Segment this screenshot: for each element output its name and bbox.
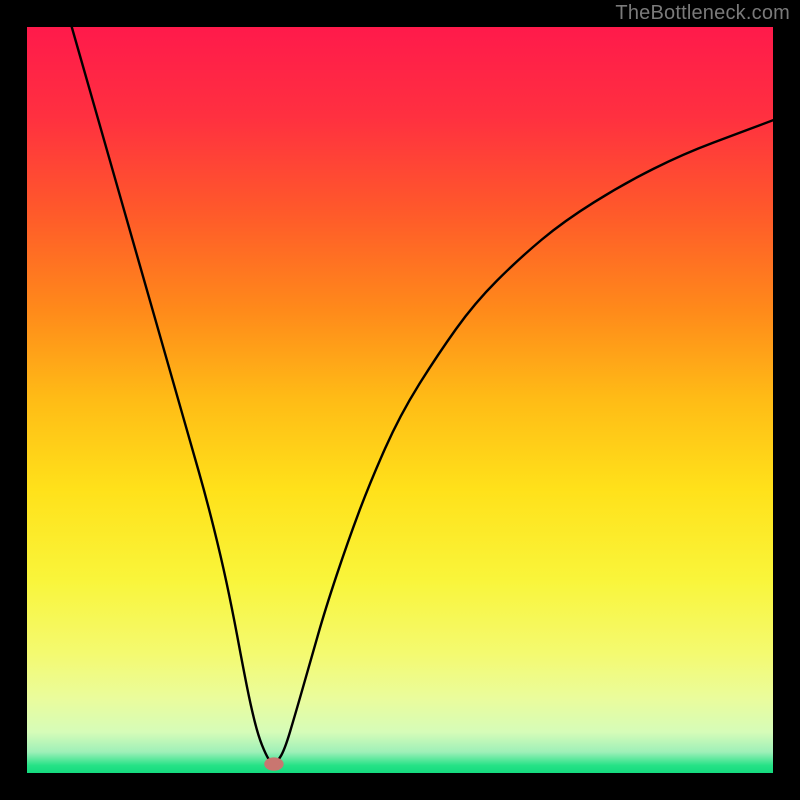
chart-svg <box>27 27 773 773</box>
min-point-marker <box>264 757 283 770</box>
watermark-text: TheBottleneck.com <box>615 2 790 25</box>
gradient-background <box>27 27 773 773</box>
chart-frame: TheBottleneck.com <box>0 0 800 800</box>
plot-area <box>27 27 773 773</box>
